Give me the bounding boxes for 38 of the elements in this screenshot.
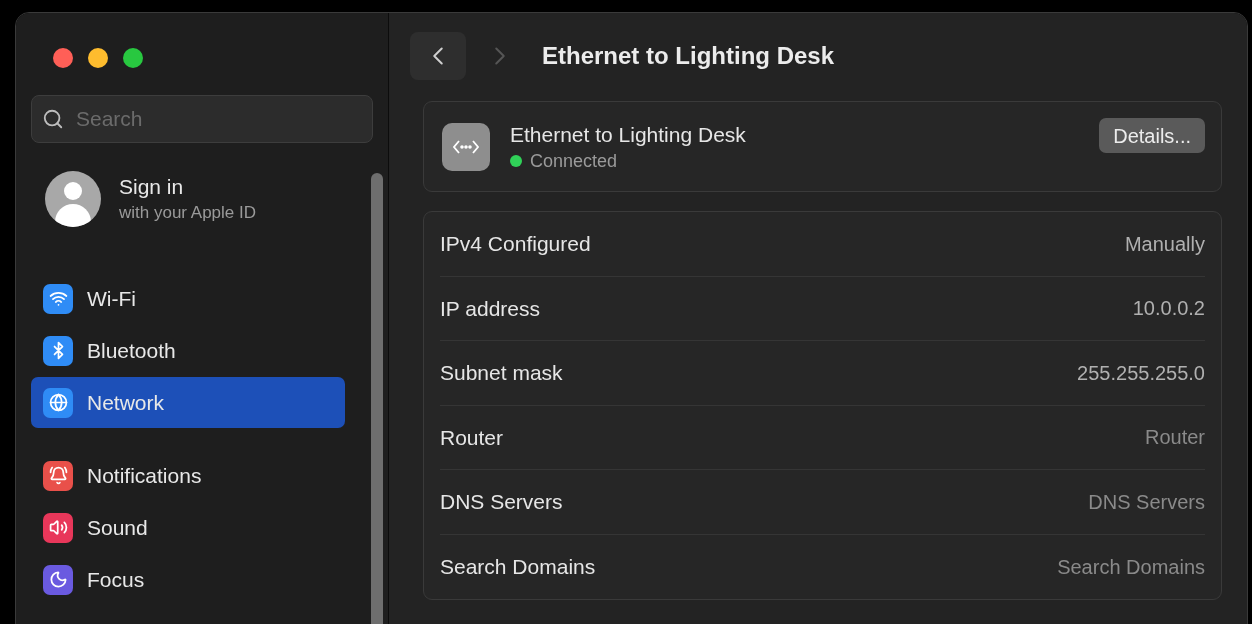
bell-icon <box>43 460 73 491</box>
scrollbar[interactable] <box>371 173 383 624</box>
details-button[interactable]: Details... <box>1099 118 1205 153</box>
wifi-icon <box>43 283 73 314</box>
setting-label: Subnet mask <box>440 360 563 386</box>
page-title: Ethernet to Lighting Desk <box>542 41 834 71</box>
sidebar-item[interactable]: Bluetooth <box>31 325 345 376</box>
connection-status: Connected <box>530 149 618 173</box>
setting-value: Router <box>1144 425 1205 451</box>
sign-in-title[interactable]: Sign in <box>119 173 256 201</box>
setting-label: Search Domains <box>440 554 596 580</box>
setting-value: Manually <box>1124 231 1205 257</box>
connection-name: Ethernet to Lighting Desk <box>510 121 746 148</box>
setting-value: 10.0.0.2 <box>1132 296 1205 322</box>
setting-value: 255.255.255.0 <box>1077 360 1205 386</box>
close-window-button[interactable] <box>53 48 73 68</box>
sidebar-item[interactable]: Network <box>31 377 345 428</box>
search-icon <box>42 108 64 130</box>
sidebar-item[interactable]: Focus <box>31 554 345 605</box>
setting-label: Router <box>440 424 504 451</box>
avatar-placeholder <box>45 171 101 227</box>
setting-value: DNS Servers <box>1088 489 1205 515</box>
sidebar-item[interactable]: Wi-Fi <box>31 273 345 324</box>
speaker-icon <box>43 512 73 543</box>
zoom-window-button[interactable] <box>123 48 143 68</box>
setting-label: DNS Servers <box>440 489 563 515</box>
setting-label: IPv4 Configured <box>440 231 591 257</box>
sign-in-subtitle: with your Apple ID <box>119 202 256 224</box>
sidebar-item[interactable]: Notifications <box>31 450 345 501</box>
globe-icon <box>43 387 73 418</box>
setting-value: Search Domains <box>1057 554 1205 580</box>
minimize-window-button[interactable] <box>88 48 108 68</box>
bluetooth-icon <box>43 335 73 366</box>
search-field[interactable]: Search <box>31 95 373 143</box>
sidebar-item[interactable]: Sound <box>31 502 345 553</box>
ethernet-icon <box>442 122 490 171</box>
setting-label: IP address <box>440 295 540 322</box>
moon-icon <box>43 564 73 595</box>
